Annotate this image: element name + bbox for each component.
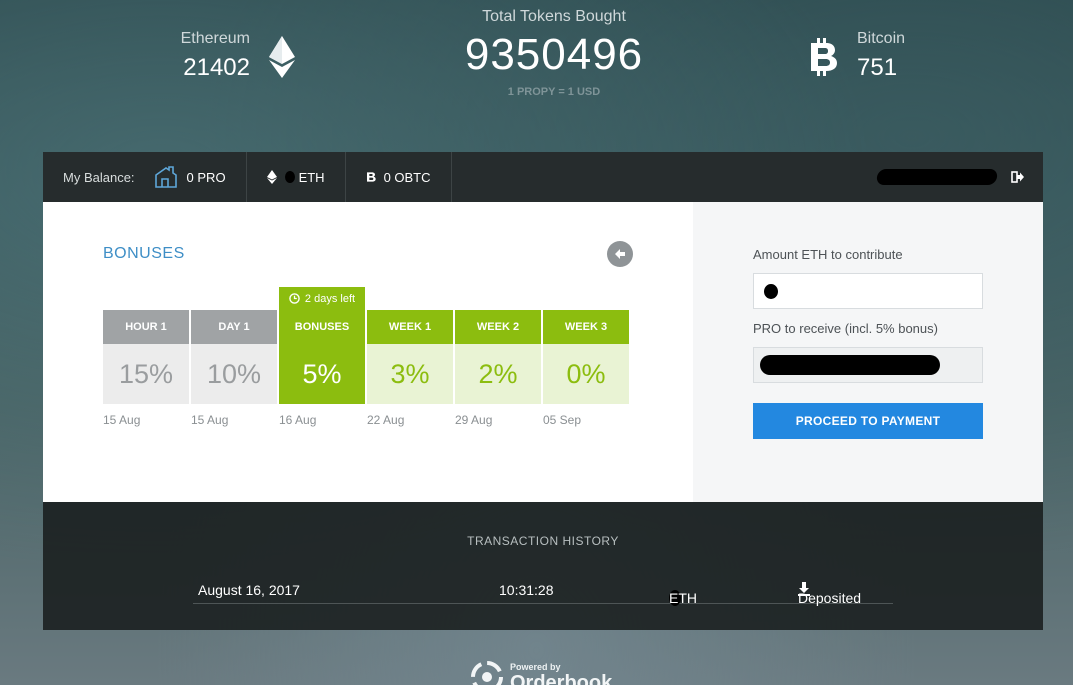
- total-tokens-stat: Total Tokens Bought 9350496 1 PROPY = 1 …: [404, 8, 704, 98]
- house-icon: [154, 166, 177, 188]
- amount-eth-label: Amount ETH to contribute: [753, 247, 903, 262]
- bonus-tier-bonuses: BONUSES 5% 16 Aug: [279, 310, 365, 427]
- bitcoin-small-icon: [366, 172, 376, 182]
- bitcoin-value: 751: [857, 54, 898, 81]
- balance-btc-value: 0 OBTC: [383, 169, 431, 185]
- bonus-tier-date: 15 Aug: [191, 413, 229, 427]
- redacted-username[interactable]: [875, 169, 999, 185]
- pro-receive-field: [753, 347, 983, 383]
- bonus-tier-day-1: DAY 1 10% 15 Aug: [191, 310, 277, 427]
- token-stats: Ethereum 21402 Total Tokens Bought 93504…: [0, 0, 1073, 152]
- bitcoin-stat: Bitcoin 751: [806, 28, 966, 84]
- transaction-history: TRANSACTION HISTORY August 16, 2017 10:3…: [43, 502, 1043, 630]
- bonus-tier-head: BONUSES: [279, 310, 365, 344]
- bonus-tier-head: HOUR 1: [103, 310, 189, 344]
- bonus-tier-percent: 15%: [103, 344, 189, 404]
- transaction-status: Deposited: [798, 582, 861, 606]
- ethereum-small-icon: [266, 170, 277, 184]
- total-tokens-label: Total Tokens Bought: [482, 8, 626, 25]
- powered-by-text: Powered by: [510, 662, 561, 672]
- bonus-tier-percent: 3%: [367, 344, 453, 404]
- bonus-tier-head: WEEK 2: [455, 310, 541, 344]
- pro-receive-label: PRO to receive (incl. 5% bonus): [753, 321, 938, 336]
- bonus-tier-date: 29 Aug: [455, 413, 493, 427]
- bonus-tier-date: 16 Aug: [279, 413, 317, 427]
- transaction-unit: ETH: [669, 590, 697, 606]
- redacted-eth-amount: [284, 171, 295, 183]
- bonus-tier-percent: 2%: [455, 344, 541, 404]
- bonuses-panel: BONUSES 2 days left HOUR 1 15% 15 Aug DAY 1…: [43, 202, 693, 502]
- bonuses-title: BONUSES: [103, 245, 185, 262]
- table-row: August 16, 2017 10:31:28 ETH Deposited: [193, 574, 893, 606]
- transaction-date: August 16, 2017: [198, 582, 300, 598]
- bonus-tier-date: 05 Sep: [543, 413, 582, 427]
- bonus-tier-date: 22 Aug: [367, 413, 405, 427]
- bonus-tier-hour-1: HOUR 1 15% 15 Aug: [103, 310, 189, 427]
- balance-btc: 0 OBTC: [346, 152, 452, 202]
- bonus-tier-percent: 5%: [279, 344, 365, 404]
- bitcoin-icon: [811, 38, 837, 76]
- arrow-left-icon: [615, 249, 625, 259]
- contribution-card: BONUSES 2 days left HOUR 1 15% 15 Aug DAY 1…: [43, 202, 1043, 502]
- orderbook-brand: Orderbook: [510, 672, 613, 685]
- bonus-tiers: HOUR 1 15% 15 Aug DAY 1 10% 15 Aug BONUSES 5% 16…: [103, 310, 631, 427]
- balance-label: My Balance:: [63, 169, 135, 185]
- bonus-tier-head: DAY 1: [191, 310, 277, 344]
- redacted-amount: [764, 284, 778, 299]
- logout-icon[interactable]: [1011, 170, 1025, 184]
- transaction-status-text: Deposited: [798, 590, 862, 606]
- proceed-to-payment-button[interactable]: PROCEED TO PAYMENT: [753, 403, 983, 439]
- total-tokens-value: 9350496: [464, 30, 644, 79]
- ethereum-stat: Ethereum 21402: [150, 28, 310, 84]
- balance-eth: ETH: [247, 152, 346, 202]
- transaction-time: 10:31:28: [499, 582, 554, 598]
- bonus-tier-percent: 0%: [543, 344, 629, 404]
- days-left-badge: 2 days left: [279, 287, 365, 310]
- bonus-tier-week-3: WEEK 3 0% 05 Sep: [543, 310, 629, 427]
- orderbook-logo-icon: [471, 661, 503, 685]
- clock-icon: [289, 293, 300, 304]
- balance-bar: My Balance: 0 PRO ETH 0 OBTC: [43, 152, 1043, 202]
- redacted-pro-amount: [760, 355, 940, 375]
- powered-by-orderbook[interactable]: Powered by Orderbook: [470, 656, 630, 685]
- bonus-tier-week-2: WEEK 2 2% 29 Aug: [455, 310, 541, 427]
- bonus-tier-date: 15 Aug: [103, 413, 141, 427]
- balance-pro: 0 PRO: [153, 152, 247, 202]
- back-button[interactable]: [607, 241, 633, 267]
- days-left-text: 2 days left: [304, 292, 356, 305]
- ethereum-value: 21402: [183, 54, 250, 81]
- contribute-panel: Amount ETH to contribute PRO to receive …: [693, 202, 1043, 502]
- token-rate: 1 PROPY = 1 USD: [507, 86, 601, 98]
- transaction-history-title: TRANSACTION HISTORY: [467, 534, 619, 548]
- bonus-tier-percent: 10%: [191, 344, 277, 404]
- ethereum-label: Ethereum: [180, 30, 250, 47]
- ethereum-icon: [269, 36, 295, 78]
- bonus-tier-week-1: WEEK 1 3% 22 Aug: [367, 310, 453, 427]
- balance-pro-value: 0 PRO: [186, 169, 226, 185]
- bitcoin-label: Bitcoin: [857, 30, 906, 47]
- amount-eth-input[interactable]: [753, 273, 983, 309]
- bonus-tier-head: WEEK 3: [543, 310, 629, 344]
- bonus-tier-head: WEEK 1: [367, 310, 453, 344]
- balance-eth-value: ETH: [298, 169, 325, 185]
